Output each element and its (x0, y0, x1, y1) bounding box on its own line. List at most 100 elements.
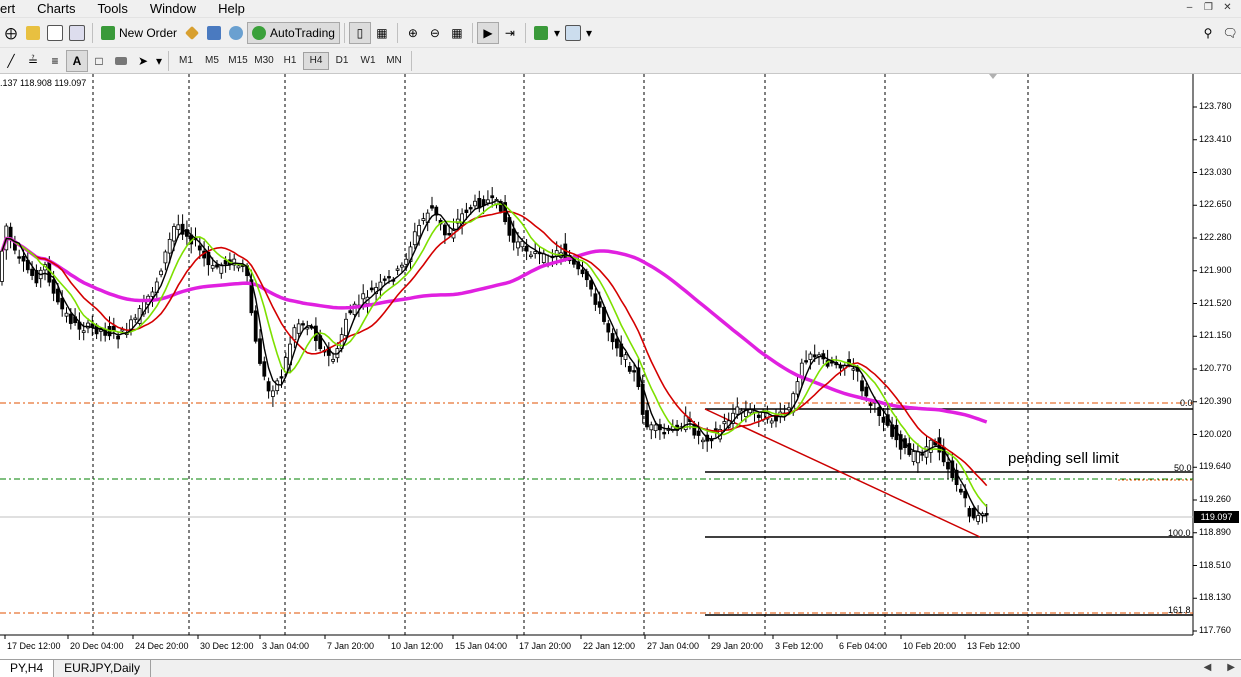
timeframe-h1[interactable]: H1 (277, 52, 303, 70)
timeframe-w1[interactable]: W1 (355, 52, 381, 70)
bearish-candle (967, 508, 972, 517)
bullish-candle (623, 354, 628, 360)
pending-sell-limit-annotation[interactable]: pending sell limit (1008, 450, 1119, 467)
bullish-candle (976, 515, 980, 522)
menu-help[interactable]: Help (218, 0, 245, 17)
bearish-candle (197, 245, 202, 251)
bullish-candle (236, 265, 241, 269)
bullish-candle (81, 330, 86, 333)
bearish-candle (279, 376, 284, 379)
bullish-candle (331, 358, 336, 362)
price-tick-label: 118.510 (1199, 559, 1231, 570)
timeframe-m15[interactable]: M15 (225, 52, 251, 70)
bullish-candle (150, 291, 155, 297)
chart-shift-icon[interactable]: ⇥ (499, 22, 521, 44)
signals-icon[interactable] (225, 22, 247, 44)
zoom-out-icon[interactable]: ⊖ (424, 22, 446, 44)
templates-icon[interactable] (562, 22, 584, 44)
bearish-candle (382, 278, 387, 281)
time-tick-label: 3 Jan 04:00 (262, 641, 310, 651)
timeframe-d1[interactable]: D1 (329, 52, 355, 70)
new-order-icon (101, 25, 115, 40)
navigator-icon[interactable] (66, 22, 88, 44)
price-tick-label: 118.890 (1199, 526, 1231, 537)
shapes-dropdown-icon[interactable]: ▾ (154, 50, 164, 72)
history-icon[interactable] (203, 22, 225, 44)
bullish-candle (344, 318, 348, 337)
menu-tools[interactable]: Tools (97, 0, 127, 17)
bullish-candle (533, 251, 538, 254)
zoom-in-icon[interactable]: ⊕ (402, 22, 424, 44)
bullish-candle (911, 451, 916, 462)
menu-window[interactable]: Window (150, 0, 196, 17)
bullish-candle (649, 424, 654, 431)
price-chart[interactable]: .137 118.908 119.097 123.780 123.410 123.0… (0, 74, 1241, 658)
bullish-candle (722, 421, 727, 425)
bullish-candle (64, 312, 69, 317)
line-tool-icon[interactable]: ╱ (0, 50, 22, 72)
price-tick-label: 120.390 (1199, 395, 1232, 406)
price-tick-label: 120.020 (1199, 428, 1232, 439)
bearish-candle (215, 264, 219, 268)
indicators-dropdown-icon[interactable]: ▾ (552, 22, 562, 44)
menu-insert[interactable]: ert (0, 0, 15, 17)
restore-icon[interactable]: ❐ (1201, 1, 1216, 14)
bearish-candle (490, 195, 495, 199)
templates-dropdown-icon[interactable]: ▾ (584, 22, 594, 44)
bearish-candle (959, 488, 963, 493)
eraser-icon[interactable] (181, 22, 203, 44)
search-icon[interactable]: ⚲ (1197, 22, 1219, 44)
fibonacci-tool-icon[interactable]: ≡ (44, 50, 66, 72)
scroll-left-icon[interactable]: ◀ (1204, 662, 1212, 673)
bullish-candle (808, 353, 813, 360)
menu-bar: ert Charts Tools Window Help – ❐ ✕ (0, 0, 1241, 18)
bullish-candle (928, 439, 933, 453)
autotrading-button[interactable]: AutoTrading (247, 21, 340, 44)
bearish-candle (864, 386, 869, 397)
price-tick-label: 121.900 (1199, 264, 1232, 275)
tab-h4-chart[interactable]: PY,H4 (0, 660, 55, 677)
timeframe-m30[interactable]: M30 (251, 52, 277, 70)
crosshair-icon[interactable]: ⨁ (0, 22, 22, 44)
arrow-label-icon[interactable] (110, 50, 132, 72)
channel-tool-icon[interactable]: ≟ (22, 50, 44, 72)
tile-windows-icon[interactable]: ▦ (446, 22, 468, 44)
scroll-right-icon[interactable]: ▶ (1227, 662, 1235, 673)
bullish-candle (473, 200, 477, 207)
timeframe-m5[interactable]: M5 (199, 52, 225, 70)
bearish-candle (696, 430, 701, 436)
indicators-icon[interactable] (530, 22, 552, 44)
bearish-candle (21, 255, 26, 262)
timeframe-mn[interactable]: MN (381, 52, 407, 70)
bar-chart-icon[interactable]: ▯ (348, 21, 371, 44)
timeframe-m1[interactable]: M1 (173, 52, 199, 70)
new-order-button[interactable]: New Order (97, 22, 181, 44)
bullish-candle (851, 368, 856, 371)
bullish-candle (485, 199, 490, 204)
price-tick-label: 117.760 (1199, 625, 1231, 635)
tab-eurjpy-daily[interactable]: EURJPY,Daily (54, 660, 151, 677)
chat-icon[interactable]: 🗨 (1219, 22, 1241, 44)
close-icon[interactable]: ✕ (1220, 1, 1235, 14)
menu-charts[interactable]: Charts (37, 0, 75, 17)
toolbar-separator (168, 50, 169, 71)
candlestick-icon[interactable]: ▦ (371, 22, 393, 44)
text-tool-icon[interactable]: A (66, 49, 88, 72)
bullish-candle (292, 327, 297, 341)
bearish-candle (920, 453, 925, 456)
auto-scroll-icon[interactable]: ▶ (476, 21, 499, 44)
bullish-candle (404, 258, 409, 265)
profiles-icon[interactable] (22, 22, 44, 44)
ma-red (1, 210, 988, 487)
bullish-candle (167, 238, 172, 254)
toolbar-separator (411, 50, 412, 71)
minimize-icon[interactable]: – (1182, 1, 1197, 14)
time-tick-label: 13 Feb 12:00 (967, 641, 1021, 651)
fib-level-0-label: 0.0 (1180, 398, 1193, 408)
toolbar-separator (343, 22, 345, 43)
shapes-tool-icon[interactable]: ➤ (132, 50, 154, 72)
text-label-icon[interactable]: □ (88, 50, 110, 72)
toolbar-separator (471, 22, 473, 43)
market-watch-icon[interactable] (44, 22, 66, 44)
timeframe-h4[interactable]: H4 (303, 51, 329, 70)
